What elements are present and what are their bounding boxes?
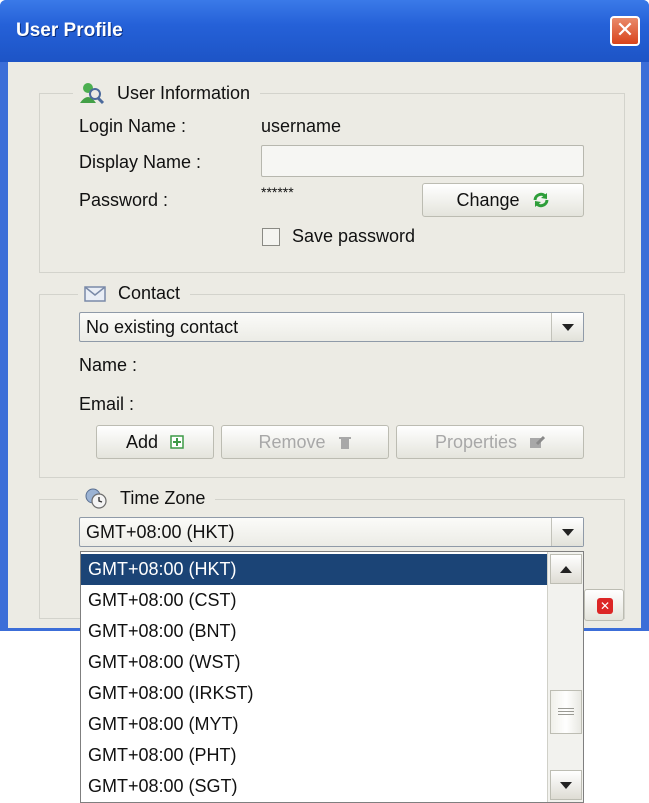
- contact-dropdown[interactable]: No existing contact: [79, 312, 584, 342]
- login-name-value: username: [261, 116, 342, 136]
- remove-button-label: Remove: [258, 431, 326, 452]
- contact-email-label: Email :: [79, 394, 135, 414]
- clock-globe-icon: [85, 488, 107, 509]
- user-profile-window: User Profile ✕ User Information Login Na…: [0, 0, 649, 631]
- time-zone-option[interactable]: GMT+08:00 (IRKST): [81, 678, 549, 709]
- time-zone-options-list[interactable]: GMT+08:00 (HKT) GMT+08:00 (CST) GMT+08:0…: [80, 551, 584, 803]
- save-password-label: Save password: [292, 226, 416, 246]
- chevron-up-icon: [560, 565, 572, 573]
- time-zone-option[interactable]: GMT+08:00 (SGT): [81, 771, 549, 802]
- user-information-label: User Information: [117, 82, 251, 103]
- close-button[interactable]: ✕: [610, 16, 640, 46]
- window-title: User Profile: [16, 20, 123, 41]
- time-zone-option[interactable]: GMT+08:00 (WST): [81, 647, 549, 678]
- scroll-thumb[interactable]: [550, 690, 582, 734]
- refresh-icon: [533, 192, 549, 208]
- time-zone-dropdown-arrow[interactable]: [551, 518, 583, 546]
- contact-selected-value: No existing contact: [86, 317, 239, 337]
- add-icon: [170, 435, 184, 449]
- contact-name-label: Name :: [79, 355, 138, 375]
- add-button-label: Add: [125, 431, 159, 452]
- time-zone-option[interactable]: GMT+08:00 (BNT): [81, 616, 549, 647]
- remove-contact-button[interactable]: Remove: [221, 425, 389, 459]
- title-bar[interactable]: User Profile ✕: [0, 0, 649, 62]
- properties-button-label: Properties: [434, 431, 518, 452]
- contact-label: Contact: [118, 283, 181, 303]
- contact-dropdown-arrow[interactable]: [551, 313, 583, 341]
- display-name-field[interactable]: [261, 145, 584, 177]
- chevron-down-icon: [561, 528, 574, 536]
- envelope-icon: [84, 285, 106, 302]
- time-zone-option[interactable]: GMT+08:00 (MYT): [81, 709, 549, 740]
- edit-icon: [530, 435, 546, 448]
- close-icon: ✕: [597, 598, 613, 614]
- scroll-up-button[interactable]: [550, 554, 582, 584]
- password-label: Password :: [79, 190, 169, 210]
- login-name-label: Login Name :: [79, 116, 187, 136]
- time-zone-dropdown[interactable]: GMT+08:00 (HKT): [79, 517, 584, 547]
- user-information-legend: User Information: [73, 81, 261, 105]
- change-button-label: Change: [456, 189, 520, 210]
- time-zone-selected-value: GMT+08:00 (HKT): [86, 522, 235, 542]
- time-zone-option[interactable]: GMT+08:00 (CST): [81, 585, 549, 616]
- chevron-down-icon: [560, 781, 572, 789]
- user-icon: [80, 83, 105, 105]
- chevron-down-icon: [561, 323, 574, 331]
- dialog-body: User Information Login Name : username D…: [8, 62, 641, 628]
- scroll-down-button[interactable]: [550, 770, 582, 800]
- cancel-button[interactable]: ✕: [584, 589, 624, 621]
- save-password-checkbox[interactable]: [262, 228, 280, 246]
- contact-legend: Contact: [78, 283, 191, 304]
- time-zone-option[interactable]: GMT+08:00 (HKT): [81, 554, 549, 585]
- options-scrollbar[interactable]: [547, 552, 583, 802]
- change-password-button[interactable]: Change: [422, 183, 584, 217]
- time-zone-legend: Time Zone: [78, 487, 216, 509]
- add-contact-button[interactable]: Add: [96, 425, 214, 459]
- close-icon: ✕: [615, 17, 635, 42]
- grip-icon: [558, 708, 574, 716]
- password-value: ******: [261, 184, 294, 200]
- properties-button[interactable]: Properties: [396, 425, 584, 459]
- display-name-label: Display Name :: [79, 152, 202, 172]
- trash-icon: [338, 437, 351, 449]
- time-zone-option[interactable]: GMT+08:00 (PHT): [81, 740, 549, 771]
- time-zone-label: Time Zone: [120, 487, 206, 508]
